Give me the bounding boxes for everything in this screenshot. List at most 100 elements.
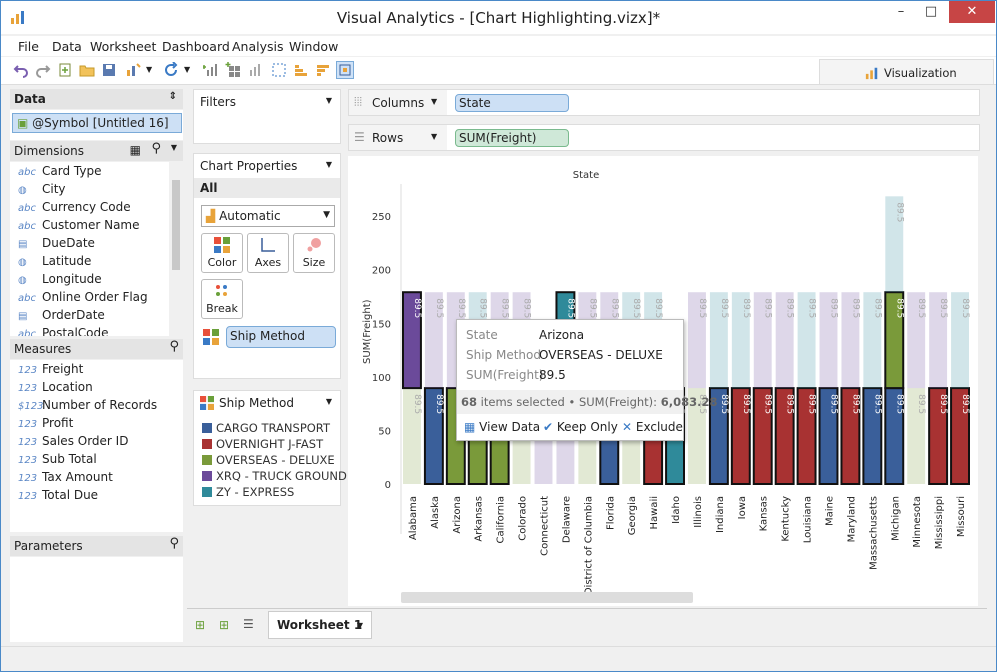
measure-item[interactable]: 123 Freight (18, 362, 83, 376)
measure-item[interactable]: 123 Profit (18, 416, 73, 430)
dimension-item[interactable]: ▤ DueDate (18, 236, 95, 250)
bar-data-label[interactable]: 89.5 (894, 202, 904, 222)
minimize-button[interactable]: – (888, 1, 914, 23)
measures-search-icon[interactable]: ⚲ (169, 339, 179, 354)
dimension-item[interactable]: abc Customer Name (18, 218, 140, 232)
sort-ascending-icon[interactable] (293, 62, 309, 78)
bar-data-label[interactable]: 89.5 (916, 394, 926, 414)
new-sheet-icon[interactable]: ⊞ (195, 618, 205, 632)
bar-data-label[interactable]: 89.5 (434, 394, 444, 414)
present-icon[interactable] (336, 61, 354, 79)
open-folder-icon[interactable] (79, 62, 95, 78)
mark-type-select[interactable]: ▟ Automatic ▼ (201, 205, 335, 227)
highlight-icon[interactable] (125, 62, 141, 78)
bar-data-label[interactable]: 89.5 (829, 394, 839, 414)
legend-item[interactable]: OVERNIGHT J-FAST (202, 437, 323, 451)
menu-analysis[interactable]: Analysis (232, 39, 284, 54)
bar-data-label[interactable]: 89.5 (587, 298, 597, 318)
bar-data-label[interactable]: 89.5 (807, 394, 817, 414)
legend-item[interactable]: OVERSEAS - DELUXE (202, 453, 335, 467)
measure-item[interactable]: 123 Location (18, 380, 93, 394)
menu-worksheet[interactable]: Worksheet (90, 39, 156, 54)
worksheet-tab-dropdown-icon[interactable]: ▼ (357, 621, 363, 630)
bar-data-label[interactable]: 89.5 (719, 298, 729, 318)
measure-item[interactable]: 123 Sales Order ID (18, 434, 128, 448)
axes-button[interactable]: Axes (247, 233, 289, 273)
lasso-select-icon[interactable] (271, 62, 287, 78)
bar-data-label[interactable]: 89.5 (653, 298, 663, 318)
color-field-pill[interactable]: Ship Method (226, 326, 336, 348)
bar-data-label[interactable]: 89.5 (807, 298, 817, 318)
data-panel-menu-icon[interactable]: ⇕ (169, 91, 177, 102)
bar-data-label[interactable]: 89.5 (565, 298, 575, 318)
bar-data-label[interactable]: 89.5 (960, 298, 970, 318)
bar-data-label[interactable]: 89.5 (741, 394, 751, 414)
chart-properties-menu-icon[interactable]: ▼ (326, 160, 332, 169)
bar-data-label[interactable]: 89.5 (850, 394, 860, 414)
break-button[interactable]: Break (201, 279, 243, 319)
save-icon[interactable] (101, 62, 117, 78)
bar-data-label[interactable]: 89.5 (434, 298, 444, 318)
bar-data-label[interactable]: 89.5 (894, 298, 904, 318)
redo-icon[interactable] (35, 62, 51, 78)
parameters-search-icon[interactable]: ⚲ (169, 536, 179, 551)
new-worksheet-icon[interactable] (203, 62, 219, 78)
rows-pill[interactable]: SUM(Freight) (455, 129, 569, 147)
bar-data-label[interactable]: 89.5 (872, 394, 882, 414)
bar-data-label[interactable]: 89.5 (412, 394, 422, 414)
measure-item[interactable]: $123Number of Records (18, 398, 157, 412)
bar-data-label[interactable]: 89.5 (478, 298, 488, 318)
dimensions-scrollbar[interactable] (169, 162, 183, 336)
legend-item[interactable]: XRQ - TRUCK GROUND (202, 469, 347, 483)
bar-data-label[interactable]: 89.5 (456, 298, 466, 318)
legend-item[interactable]: CARGO TRANSPORT (202, 421, 330, 435)
search-icon[interactable]: ⚲ (151, 141, 161, 156)
bar-data-label[interactable]: 89.5 (631, 298, 641, 318)
dimensions-menu-icon[interactable]: ▼ (171, 143, 177, 152)
bar-data-label[interactable]: 89.5 (938, 298, 948, 318)
legend-item[interactable]: ZY - EXPRESS (202, 485, 294, 499)
sheet-list-icon[interactable]: ☰ (243, 617, 254, 631)
menu-dashboard[interactable]: Dashboard (162, 39, 230, 54)
refresh-icon[interactable] (163, 62, 179, 78)
bar-data-label[interactable]: 89.5 (850, 298, 860, 318)
bar-data-label[interactable]: 89.5 (785, 298, 795, 318)
bar-data-label[interactable]: 89.5 (763, 394, 773, 414)
menu-data[interactable]: Data (52, 39, 82, 54)
measure-item[interactable]: 123 Tax Amount (18, 470, 113, 484)
new-icon[interactable] (57, 62, 73, 78)
refresh-dropdown-icon[interactable]: ▼ (184, 65, 190, 74)
dimension-item[interactable]: ◍ City (18, 182, 66, 196)
bar-data-label[interactable]: 89.5 (829, 298, 839, 318)
dimension-item[interactable]: ◍ Longitude (18, 272, 102, 286)
new-dashboard-icon[interactable] (225, 62, 241, 78)
worksheet-tab[interactable]: Worksheet 1 ▼ (268, 611, 372, 639)
filters-menu-icon[interactable]: ▼ (326, 96, 332, 105)
bar-data-label[interactable]: 89.5 (872, 298, 882, 318)
chart-icon[interactable] (247, 62, 263, 78)
highlight-dropdown-icon[interactable]: ▼ (146, 65, 152, 74)
dimension-item[interactable]: abc Currency Code (18, 200, 131, 214)
measure-item[interactable]: 123 Total Due (18, 488, 98, 502)
bar-data-label[interactable]: 89.5 (916, 298, 926, 318)
rows-dropdown-icon[interactable]: ▼ (431, 132, 437, 141)
dimension-item[interactable]: abc Card Type (18, 164, 101, 178)
bar-data-label[interactable]: 89.5 (522, 298, 532, 318)
size-button[interactable]: Size (293, 233, 335, 273)
bar-data-label[interactable]: 89.5 (938, 394, 948, 414)
data-source-item[interactable]: ▣ @Symbol [Untitled 16] (12, 113, 182, 133)
scope-all[interactable]: All (194, 178, 340, 198)
bar-data-label[interactable]: 89.5 (960, 394, 970, 414)
measure-item[interactable]: 123 Sub Total (18, 452, 97, 466)
rows-drop-area[interactable]: SUM(Freight) (447, 125, 979, 150)
close-button[interactable]: ✕ (949, 1, 995, 23)
dimension-item[interactable]: ▤ OrderDate (18, 308, 105, 322)
bar-data-label[interactable]: 89.5 (500, 298, 510, 318)
color-button[interactable]: Color (201, 233, 243, 273)
menu-file[interactable]: File (18, 39, 39, 54)
columns-pill[interactable]: State (455, 94, 569, 112)
bar-data-label[interactable]: 89.5 (894, 394, 904, 414)
bar-data-label[interactable]: 89.5 (609, 298, 619, 318)
exclude-button[interactable]: ✕ Exclude (622, 420, 683, 434)
bar-data-label[interactable]: 89.5 (785, 394, 795, 414)
